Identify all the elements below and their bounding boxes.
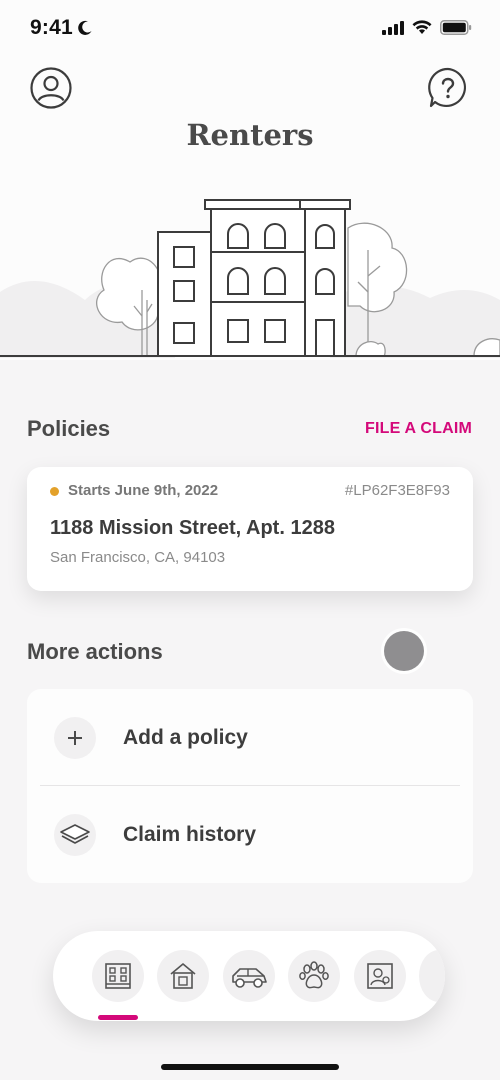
help-icon <box>428 67 466 108</box>
user-icon <box>30 67 72 109</box>
policy-status: Starts June 9th, 2022 <box>68 482 219 499</box>
renters-screen: 9:41 Renters Policies FILE A CLAIM Start… <box>0 0 500 1080</box>
apartment-icon <box>105 963 131 989</box>
page-title: Renters <box>186 118 314 152</box>
house-icon <box>170 963 196 989</box>
battery-icon <box>440 20 472 35</box>
status-time: 9:41 <box>30 16 73 39</box>
policy-card[interactable]: Starts June 9th, 2022 #LP62F3E8F93 1188 … <box>27 467 473 591</box>
add-policy-row[interactable]: Add a policy <box>27 689 473 786</box>
signal-icon <box>382 20 404 35</box>
bottom-navigation <box>53 931 445 1021</box>
building-illustration <box>0 199 500 358</box>
nav-house[interactable] <box>157 950 209 1002</box>
nav-more-peek[interactable] <box>419 950 445 1002</box>
more-actions-section-title: More actions <box>27 639 163 664</box>
active-tab-indicator <box>98 1015 138 1020</box>
claim-history-row[interactable]: Claim history <box>27 786 473 883</box>
nav-car[interactable] <box>223 950 275 1002</box>
wifi-icon <box>412 20 432 34</box>
add-policy-label: Add a policy <box>123 726 248 749</box>
policy-address: 1188 Mission Street, Apt. 1288 <box>50 517 335 539</box>
file-a-claim-link[interactable]: FILE A CLAIM <box>365 420 472 438</box>
plus-icon <box>54 717 96 759</box>
paw-icon <box>299 961 329 989</box>
photo-life-icon <box>367 963 393 989</box>
policy-number: #LP62F3E8F93 <box>344 482 450 499</box>
policies-section-title: Policies <box>27 416 111 441</box>
nav-life[interactable] <box>354 950 406 1002</box>
touch-indicator <box>384 631 424 671</box>
more-actions-card: Add a policy Claim history <box>27 689 473 883</box>
nav-apartment[interactable] <box>92 950 144 1002</box>
status-dot <box>50 487 59 496</box>
policy-city: San Francisco, CA, 94103 <box>50 549 226 566</box>
home-indicator <box>161 1064 339 1070</box>
nav-pet[interactable] <box>288 950 340 1002</box>
car-icon <box>232 968 267 988</box>
status-bar: 9:41 <box>0 0 500 60</box>
layers-icon <box>54 814 96 856</box>
moon-icon <box>78 20 92 35</box>
status-icons <box>382 20 472 35</box>
help-button[interactable] <box>426 66 470 110</box>
claim-history-label: Claim history <box>123 823 257 846</box>
profile-button[interactable] <box>29 66 73 110</box>
